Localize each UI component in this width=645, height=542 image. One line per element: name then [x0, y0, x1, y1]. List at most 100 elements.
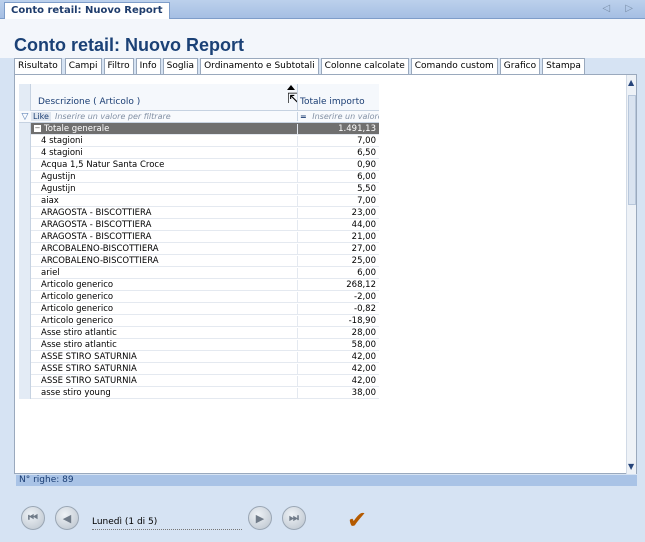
- table-row[interactable]: ARCOBALENO-BISCOTTIERA 25,00: [19, 254, 379, 267]
- next-page-button[interactable]: ▶: [248, 506, 272, 530]
- window-tab-bar: Conto retail: Nuovo Report ◁ ▷: [0, 0, 645, 19]
- row-selector[interactable]: [19, 314, 31, 327]
- row-selector[interactable]: [19, 182, 31, 195]
- row-description: ARAGOSTA - BISCOTTIERA: [41, 231, 152, 242]
- row-selector[interactable]: [19, 278, 31, 291]
- table-row[interactable]: aiax 7,00: [19, 194, 379, 207]
- column-header-total[interactable]: Totale importo: [297, 84, 379, 111]
- table-row[interactable]: Agustijn 6,00: [19, 170, 379, 183]
- filter-like-operator[interactable]: Like: [31, 112, 51, 121]
- table-row[interactable]: Articolo generico -18,90: [19, 314, 379, 327]
- tab-info[interactable]: Info: [135, 58, 161, 75]
- tab-comando-custom[interactable]: Comando custom: [410, 58, 498, 75]
- tab-filtro[interactable]: Filtro: [103, 58, 134, 75]
- vertical-scrollbar[interactable]: ▲ ▼: [626, 75, 636, 474]
- table-row[interactable]: ARAGOSTA - BISCOTTIERA 23,00: [19, 206, 379, 219]
- table-row[interactable]: ASSE STIRO SATURNIA 42,00: [19, 362, 379, 375]
- row-selector[interactable]: [19, 206, 31, 219]
- row-selector[interactable]: [19, 242, 31, 255]
- row-description: aiax: [41, 195, 59, 206]
- row-selector[interactable]: [19, 350, 31, 363]
- filter-eq-operator[interactable]: =: [300, 112, 307, 121]
- filter-description-input[interactable]: Like Inserire un valore per filtrare: [31, 112, 297, 121]
- tab-soglia[interactable]: Soglia: [162, 58, 199, 75]
- column-header-description-label: Descrizione ( Articolo ): [38, 97, 141, 107]
- row-selector[interactable]: [19, 338, 31, 351]
- title-bar: Conto retail: Nuovo Report: [0, 19, 645, 58]
- filter-funnel-icon[interactable]: ▽: [19, 112, 31, 122]
- tab-ordinamento[interactable]: Ordinamento e Subtotali: [200, 58, 319, 75]
- row-total: 7,00: [297, 195, 379, 206]
- table-row[interactable]: ARAGOSTA - BISCOTTIERA 44,00: [19, 218, 379, 231]
- table-row[interactable]: ASSE STIRO SATURNIA 42,00: [19, 350, 379, 363]
- table-row[interactable]: ARCOBALENO-BISCOTTIERA 27,00: [19, 242, 379, 255]
- table-row[interactable]: Articolo generico -2,00: [19, 290, 379, 303]
- filter-total-input[interactable]: = Inserire un valore: [297, 112, 379, 121]
- table-row[interactable]: 4 stagioni 6,50: [19, 146, 379, 159]
- first-page-button[interactable]: ⏮: [21, 506, 45, 530]
- row-selector[interactable]: [19, 194, 31, 207]
- filter-description-placeholder: Inserire un valore per filtrare: [54, 112, 171, 121]
- table-row[interactable]: Acqua 1,5 Natur Santa Croce 0,90: [19, 158, 379, 171]
- table-row[interactable]: Agustijn 5,50: [19, 182, 379, 195]
- column-header-description[interactable]: Descrizione ( Articolo ) ⇱: [31, 84, 299, 111]
- previous-page-button[interactable]: ◀: [55, 506, 79, 530]
- header-selector: [19, 84, 31, 111]
- row-selector[interactable]: [19, 218, 31, 231]
- row-total: 21,00: [297, 231, 379, 242]
- row-description: ARCOBALENO-BISCOTTIERA: [41, 243, 159, 254]
- table-row[interactable]: 4 stagioni 7,00: [19, 134, 379, 147]
- tab-colonne-calcolate[interactable]: Colonne calcolate: [320, 58, 409, 75]
- table-row[interactable]: Asse stiro atlantic 58,00: [19, 338, 379, 351]
- row-selector[interactable]: [19, 122, 31, 135]
- window-tab[interactable]: Conto retail: Nuovo Report: [4, 2, 170, 19]
- row-total: 28,00: [297, 327, 379, 338]
- scroll-thumb[interactable]: [628, 95, 636, 205]
- collapse-icon[interactable]: −: [34, 124, 41, 132]
- table-row[interactable]: ARAGOSTA - BISCOTTIERA 21,00: [19, 230, 379, 243]
- row-total: -2,00: [297, 291, 379, 302]
- row-total: 38,00: [297, 387, 379, 398]
- row-selector[interactable]: [19, 362, 31, 375]
- table-row[interactable]: Articolo generico -0,82: [19, 302, 379, 315]
- table-row[interactable]: asse stiro young 38,00: [19, 386, 379, 399]
- row-description: Articolo generico: [41, 315, 114, 326]
- row-selector[interactable]: [19, 134, 31, 147]
- table-row[interactable]: ariel 6,00: [19, 266, 379, 279]
- row-total: 6,50: [297, 147, 379, 158]
- row-selector[interactable]: [19, 146, 31, 159]
- row-selector[interactable]: [19, 230, 31, 243]
- row-selector[interactable]: [19, 158, 31, 171]
- row-count-status: N° righe: 89: [16, 475, 637, 486]
- table-row[interactable]: Asse stiro atlantic 28,00: [19, 326, 379, 339]
- row-total: 268,12: [297, 279, 379, 290]
- row-selector[interactable]: [19, 386, 31, 399]
- scroll-up-icon[interactable]: ▲: [628, 78, 634, 87]
- table-row[interactable]: ASSE STIRO SATURNIA 42,00: [19, 374, 379, 387]
- row-selector[interactable]: [19, 290, 31, 303]
- tab-risultato[interactable]: Risultato: [14, 58, 62, 75]
- next-icon: ▶: [255, 511, 265, 525]
- tab-grafico[interactable]: Grafico: [499, 58, 541, 75]
- row-total: 27,00: [297, 243, 379, 254]
- window-nav-arrows[interactable]: ◁ ▷: [602, 3, 639, 14]
- row-selector[interactable]: [19, 326, 31, 339]
- last-page-button[interactable]: ⏭: [282, 506, 306, 530]
- row-total: 25,00: [297, 255, 379, 266]
- row-selector[interactable]: [19, 374, 31, 387]
- filter-row: ▽ Like Inserire un valore per filtrare =…: [19, 111, 379, 123]
- table-row[interactable]: Articolo generico 268,12: [19, 278, 379, 291]
- row-description: ARCOBALENO-BISCOTTIERA: [41, 255, 159, 266]
- row-selector[interactable]: [19, 302, 31, 315]
- row-selector[interactable]: [19, 266, 31, 279]
- tab-campi[interactable]: Campi: [64, 58, 102, 75]
- grand-total-row[interactable]: − Totale generale 1.491,13: [19, 122, 379, 135]
- confirm-check-icon[interactable]: ✔: [347, 506, 367, 534]
- row-selector[interactable]: [19, 170, 31, 183]
- previous-icon: ◀: [62, 511, 72, 525]
- tab-stampa[interactable]: Stampa: [542, 58, 585, 75]
- filter-total-placeholder: Inserire un valore: [312, 112, 379, 121]
- scroll-down-icon[interactable]: ▼: [628, 462, 634, 471]
- row-selector[interactable]: [19, 254, 31, 267]
- first-page-icon: ⏮: [28, 511, 38, 524]
